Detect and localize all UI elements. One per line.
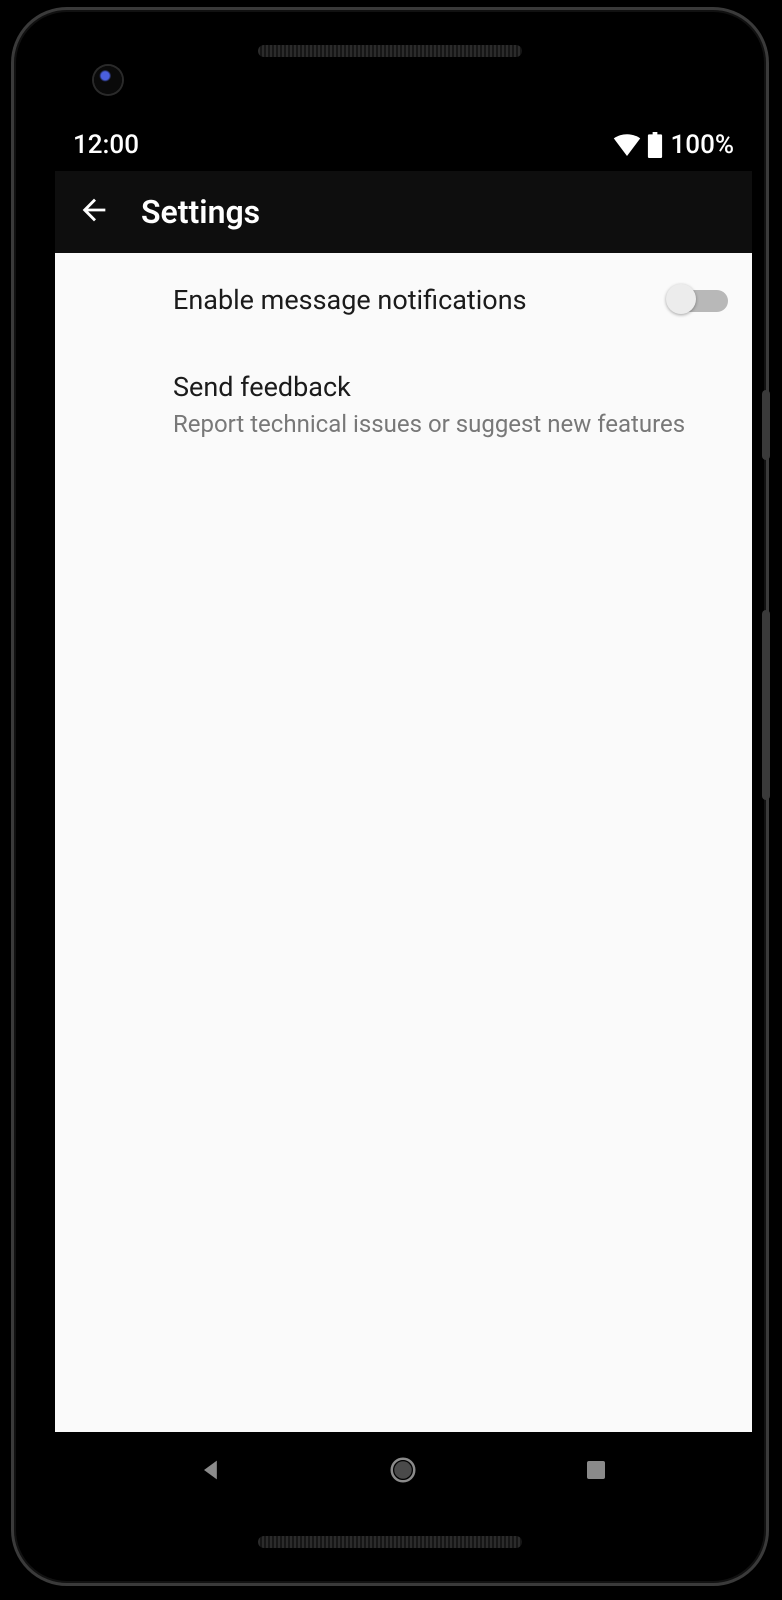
setting-title: Send feedback — [173, 370, 728, 405]
battery-icon — [647, 132, 663, 158]
volume-button — [762, 610, 770, 800]
power-button — [762, 390, 770, 460]
nav-home-button[interactable] — [383, 1450, 423, 1490]
nav-recent-icon — [584, 1458, 608, 1482]
wifi-icon — [613, 134, 641, 156]
front-camera — [94, 66, 122, 94]
nav-back-icon — [197, 1456, 225, 1484]
status-bar: 12:00 100% — [55, 118, 752, 171]
speaker-grill-bottom — [258, 1536, 522, 1548]
setting-title: Enable message notifications — [173, 283, 654, 318]
switch-thumb — [666, 284, 696, 314]
setting-subtitle: Report technical issues or suggest new f… — [173, 409, 728, 440]
screen: 12:00 100% Settings — [55, 118, 752, 1508]
navigation-bar — [55, 1432, 752, 1508]
page-title: Settings — [141, 193, 260, 231]
send-feedback-row[interactable]: Send feedback Report technical issues or… — [55, 344, 752, 466]
status-time: 12:00 — [73, 130, 139, 160]
notifications-toggle[interactable] — [670, 287, 728, 315]
app-bar: Settings — [55, 171, 752, 253]
nav-back-button[interactable] — [191, 1450, 231, 1490]
settings-list: Enable message notifications Send feedba… — [55, 253, 752, 466]
speaker-grill-top — [258, 45, 522, 57]
status-icons: 100% — [613, 130, 734, 160]
phone-frame: 12:00 100% Settings — [11, 7, 769, 1586]
battery-percent: 100% — [671, 130, 734, 160]
nav-home-icon — [388, 1455, 418, 1485]
enable-notifications-row[interactable]: Enable message notifications — [55, 257, 752, 344]
nav-recent-button[interactable] — [576, 1450, 616, 1490]
arrow-left-icon — [77, 193, 111, 231]
back-button[interactable] — [69, 187, 119, 237]
